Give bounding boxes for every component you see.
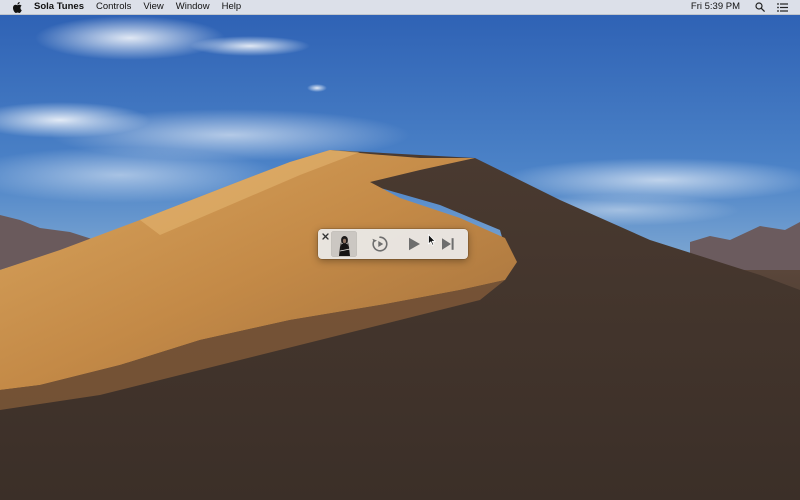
replay-icon[interactable] bbox=[371, 235, 389, 253]
mouse-pointer-icon bbox=[428, 234, 436, 246]
menu-help[interactable]: Help bbox=[222, 0, 242, 14]
menu-bar: Sola Tunes Controls View Window Help Fri… bbox=[0, 0, 800, 15]
mini-player-window[interactable] bbox=[318, 229, 468, 259]
menu-bar-right: Fri 5:39 PM bbox=[691, 0, 800, 14]
desktop: Sola Tunes Controls View Window Help Fri… bbox=[0, 0, 800, 500]
apple-logo-icon[interactable] bbox=[12, 1, 22, 13]
menu-window[interactable]: Window bbox=[176, 0, 210, 14]
menu-view[interactable]: View bbox=[143, 0, 163, 14]
search-icon[interactable] bbox=[754, 1, 766, 13]
menu-bar-left: Sola Tunes Controls View Window Help bbox=[0, 0, 253, 14]
menu-bar-clock[interactable]: Fri 5:39 PM bbox=[691, 0, 740, 14]
notification-list-icon[interactable] bbox=[776, 1, 788, 13]
next-track-icon[interactable] bbox=[439, 235, 457, 253]
play-icon[interactable] bbox=[405, 235, 423, 253]
menu-controls[interactable]: Controls bbox=[96, 0, 131, 14]
close-icon[interactable] bbox=[321, 232, 329, 240]
menu-app-name[interactable]: Sola Tunes bbox=[34, 0, 84, 14]
album-artwork[interactable] bbox=[332, 232, 356, 256]
